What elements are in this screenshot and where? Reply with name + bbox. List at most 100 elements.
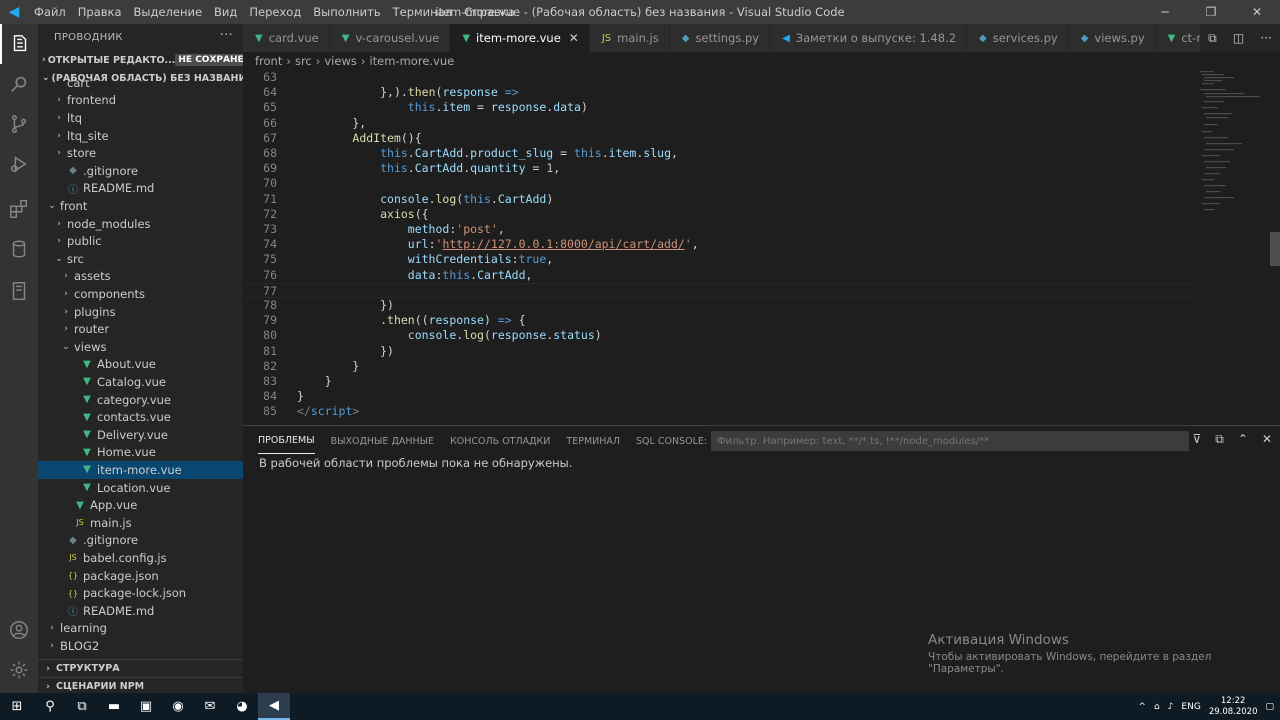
clock[interactable]: 12:22 29.08.2020 <box>1209 696 1258 718</box>
notebook-icon[interactable] <box>0 271 38 311</box>
panel-tab[interactable]: КОНСОЛЬ ОТЛАДКИ <box>450 429 550 454</box>
more-actions-icon[interactable]: ··· <box>1260 31 1271 45</box>
tree-item[interactable]: ⌄ src <box>38 250 243 268</box>
tree-item[interactable]: ⌄ views <box>38 338 243 356</box>
split-editor-icon[interactable]: ⧉ <box>1208 31 1217 46</box>
tree-item[interactable]: ⌄ front <box>38 197 243 215</box>
tree-item[interactable]: › public <box>38 232 243 250</box>
explorer-icon[interactable] <box>0 24 38 64</box>
breadcrumb-item[interactable]: front <box>255 54 282 68</box>
open-editors-section[interactable]: › ОТКРЫТЫЕ РЕДАКТО... НЕ СОХРАНЕНО: 1 <box>38 51 243 69</box>
account-icon[interactable] <box>0 610 38 650</box>
tree-item[interactable]: ▼ category.vue <box>38 391 243 409</box>
tree-item[interactable]: ▼ App.vue <box>38 496 243 514</box>
close-icon[interactable]: ✕ <box>569 31 579 45</box>
panel-tab[interactable]: ПРОБЛЕМЫ <box>258 428 315 454</box>
outline-section[interactable]: › СТРУКТУРА <box>38 659 243 677</box>
menu-item[interactable]: Вид <box>208 0 243 24</box>
editor-tab[interactable]: ◆ services.py <box>967 24 1069 52</box>
menu-item[interactable]: Выделение <box>128 0 209 24</box>
editor-tab[interactable]: ◆ settings.py <box>669 24 771 52</box>
tree-item[interactable]: › BLOG2 <box>38 637 243 655</box>
search-icon[interactable] <box>0 64 38 104</box>
notifications-icon[interactable]: ▢ <box>1265 702 1274 712</box>
toggle-layout-icon[interactable]: ◫ <box>1233 31 1244 45</box>
tree-item[interactable]: ⓘ README.md <box>38 602 243 620</box>
breadcrumb-item[interactable]: item-more.vue <box>369 54 454 68</box>
tree-item[interactable]: › plugins <box>38 303 243 321</box>
tree-item[interactable]: › router <box>38 320 243 338</box>
tree-item[interactable]: ▼ Location.vue <box>38 479 243 497</box>
menu-item[interactable]: Переход <box>243 0 307 24</box>
tree-item[interactable]: ▼ About.vue <box>38 356 243 374</box>
task-view-icon[interactable]: ⧉ <box>66 693 98 720</box>
mail-icon[interactable]: ✉ <box>194 693 226 720</box>
maximize-button[interactable]: ❐ <box>1188 0 1234 24</box>
breadcrumb-item[interactable]: views <box>324 54 356 68</box>
steam-icon[interactable]: ◉ <box>162 693 194 720</box>
tree-item[interactable]: ▼ Delivery.vue <box>38 426 243 444</box>
menu-item[interactable]: Справка <box>458 0 521 24</box>
filter-icon[interactable]: ⊽ <box>1193 432 1202 447</box>
close-panel-icon[interactable]: ✕ <box>1262 432 1272 447</box>
tree-item[interactable]: › learning <box>38 620 243 638</box>
windows-start-icon[interactable]: ⊞ <box>0 693 34 720</box>
menu-item[interactable]: Терминал <box>387 0 458 24</box>
tree-item[interactable]: ▼ Catalog.vue <box>38 373 243 391</box>
close-window-button[interactable]: ✕ <box>1234 0 1280 24</box>
run-debug-icon[interactable] <box>0 144 38 184</box>
gear-icon[interactable] <box>0 650 38 690</box>
panel-tab[interactable]: ТЕРМИНАЛ <box>566 429 620 454</box>
tree-item[interactable]: ▼ contacts.vue <box>38 408 243 426</box>
tree-item[interactable]: › assets <box>38 268 243 286</box>
tree-item[interactable]: ▼ item-more.vue <box>38 461 243 479</box>
editor-tab[interactable]: ▼ card.vue <box>243 24 330 52</box>
tree-item[interactable]: ▼ Home.vue <box>38 444 243 462</box>
editor-tab[interactable]: ◀ Заметки о выпуске: 1.48.2 <box>770 24 968 52</box>
tree-item[interactable]: ◆ .gitignore <box>38 162 243 180</box>
tree-item[interactable]: › node_modules <box>38 215 243 233</box>
editor-tab[interactable]: JS main.js <box>589 24 670 52</box>
minimap[interactable] <box>1196 69 1266 219</box>
breadcrumb-item[interactable]: src <box>295 54 312 68</box>
tree-item[interactable]: › ltq_site <box>38 127 243 145</box>
problems-filter-input[interactable] <box>711 431 1189 451</box>
tree-item[interactable]: › components <box>38 285 243 303</box>
tree-item[interactable]: › store <box>38 144 243 162</box>
editor-tab[interactable]: ◆ views.py <box>1068 24 1156 52</box>
minimize-button[interactable]: ─ <box>1142 0 1188 24</box>
chrome-icon[interactable]: ◕ <box>226 693 258 720</box>
editor-scrollbar[interactable] <box>1270 232 1280 266</box>
store-icon[interactable]: ▣ <box>130 693 162 720</box>
extensions-icon[interactable] <box>0 189 38 229</box>
tree-item[interactable]: ◆ .gitignore <box>38 532 243 550</box>
source-control-icon[interactable] <box>0 104 38 144</box>
tray-chevron-icon[interactable]: ^ <box>1138 702 1146 712</box>
volume-icon[interactable]: ♪ <box>1168 702 1174 712</box>
tree-item[interactable]: {} package.json <box>38 567 243 585</box>
tree-item[interactable]: {} package-lock.json <box>38 584 243 602</box>
menu-item[interactable]: Файл <box>28 0 72 24</box>
editor-tab[interactable]: ▼ item-more.vue ✕ <box>450 24 590 52</box>
tree-item[interactable]: JS babel.config.js <box>38 549 243 567</box>
npm-scripts-section[interactable]: › СЦЕНАРИИ NPM <box>38 677 243 693</box>
panel-tab[interactable]: ВЫХОДНЫЕ ДАННЫЕ <box>331 429 434 454</box>
file-explorer-icon[interactable]: ▬ <box>98 693 130 720</box>
maximize-panel-icon[interactable]: ⌃ <box>1238 432 1248 447</box>
search-icon[interactable]: ⚲ <box>34 693 66 720</box>
vscode-icon[interactable]: ◀ <box>258 693 290 720</box>
collapse-all-icon[interactable]: ⧉ <box>1215 432 1224 447</box>
tree-item[interactable]: ⓘ README.md <box>38 180 243 198</box>
tree-item[interactable]: cart <box>38 80 243 92</box>
language-indicator[interactable]: ENG <box>1181 702 1200 712</box>
database-icon[interactable] <box>0 229 38 269</box>
network-icon[interactable]: ⌂ <box>1154 702 1160 712</box>
menu-item[interactable]: Выполнить <box>307 0 386 24</box>
editor-tab[interactable]: ▼ v-carousel.vue <box>329 24 451 52</box>
tree-item[interactable]: › ltq <box>38 109 243 127</box>
code-editor[interactable]: 63 64 },).then(response => 65 this.item = … <box>243 69 1280 425</box>
more-actions-icon[interactable]: ··· <box>220 28 233 43</box>
tree-item[interactable]: › frontend <box>38 92 243 110</box>
menu-item[interactable]: Правка <box>72 0 128 24</box>
tree-item[interactable]: JS main.js <box>38 514 243 532</box>
